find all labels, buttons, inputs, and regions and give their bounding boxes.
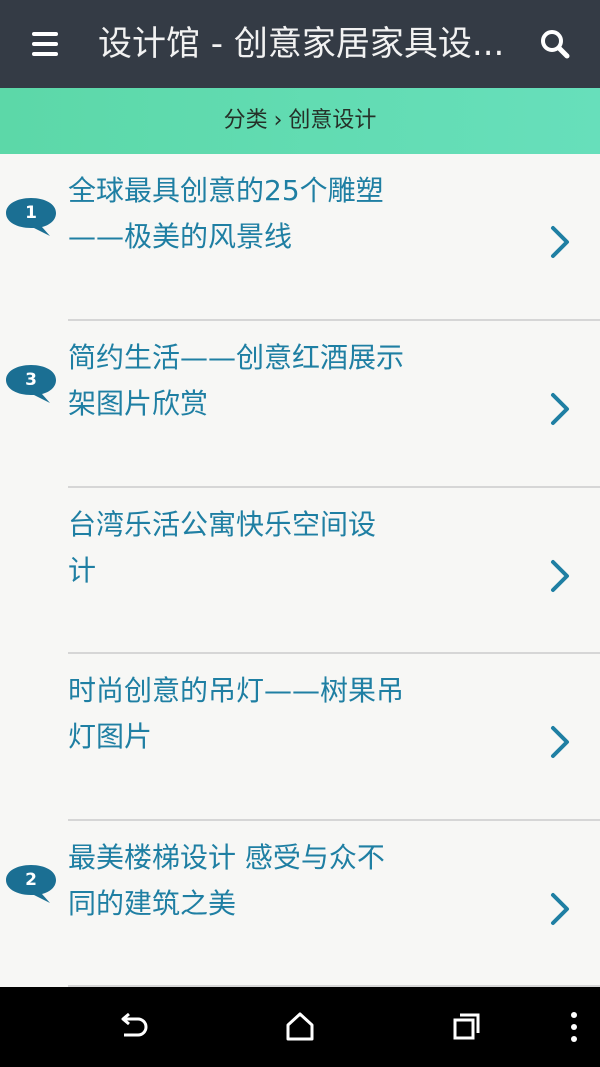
breadcrumb: 分类 › 创意设计 bbox=[0, 88, 600, 154]
comment-count: 1 bbox=[25, 203, 37, 223]
chevron-right-icon bbox=[551, 226, 569, 258]
chevron-right-icon bbox=[551, 726, 569, 758]
recents-icon[interactable] bbox=[446, 1007, 486, 1047]
article-list: 1 全球最具创意的25个雕塑 ——极美的风景线 3 简约生活——创意红酒展示 架… bbox=[0, 154, 600, 987]
list-item[interactable]: 台湾乐活公寓快乐空间设 计 bbox=[0, 488, 600, 654]
article-title: 时尚创意的吊灯——树果吊 灯图片 bbox=[68, 674, 405, 753]
comment-badge: 1 bbox=[6, 196, 58, 236]
search-icon[interactable] bbox=[530, 20, 580, 68]
more-vert-icon[interactable] bbox=[556, 1007, 596, 1047]
breadcrumb-separator: › bbox=[273, 108, 283, 133]
home-icon[interactable] bbox=[280, 1007, 320, 1047]
article-title: 最美楼梯设计 感受与众不 同的建筑之美 bbox=[68, 841, 385, 920]
breadcrumb-root[interactable]: 分类 bbox=[224, 88, 268, 154]
app-bar: 设计馆 - 创意家居家具设... bbox=[0, 0, 600, 88]
system-nav-bar bbox=[0, 987, 600, 1067]
chevron-right-icon bbox=[551, 560, 569, 592]
hamburger-menu-icon[interactable] bbox=[22, 22, 68, 66]
article-title: 简约生活——创意红酒展示 架图片欣赏 bbox=[68, 341, 405, 420]
list-item[interactable]: 1 全球最具创意的25个雕塑 ——极美的风景线 bbox=[0, 154, 600, 320]
chevron-right-icon bbox=[551, 393, 569, 425]
comment-count: 3 bbox=[25, 370, 37, 390]
comment-badge: 3 bbox=[6, 363, 58, 403]
article-title: 台湾乐活公寓快乐空间设 计 bbox=[68, 508, 377, 587]
back-icon[interactable] bbox=[112, 1007, 152, 1047]
chevron-right-icon bbox=[551, 893, 569, 925]
page-title: 设计馆 - 创意家居家具设... bbox=[98, 24, 505, 64]
article-title: 全球最具创意的25个雕塑 ——极美的风景线 bbox=[68, 174, 384, 253]
comment-count: 2 bbox=[25, 870, 37, 890]
breadcrumb-current: 创意设计 bbox=[288, 108, 377, 133]
list-item[interactable]: 时尚创意的吊灯——树果吊 灯图片 bbox=[0, 654, 600, 820]
list-item[interactable]: 2 最美楼梯设计 感受与众不 同的建筑之美 bbox=[0, 821, 600, 987]
list-item[interactable]: 3 简约生活——创意红酒展示 架图片欣赏 bbox=[0, 321, 600, 487]
comment-badge: 2 bbox=[6, 863, 58, 903]
